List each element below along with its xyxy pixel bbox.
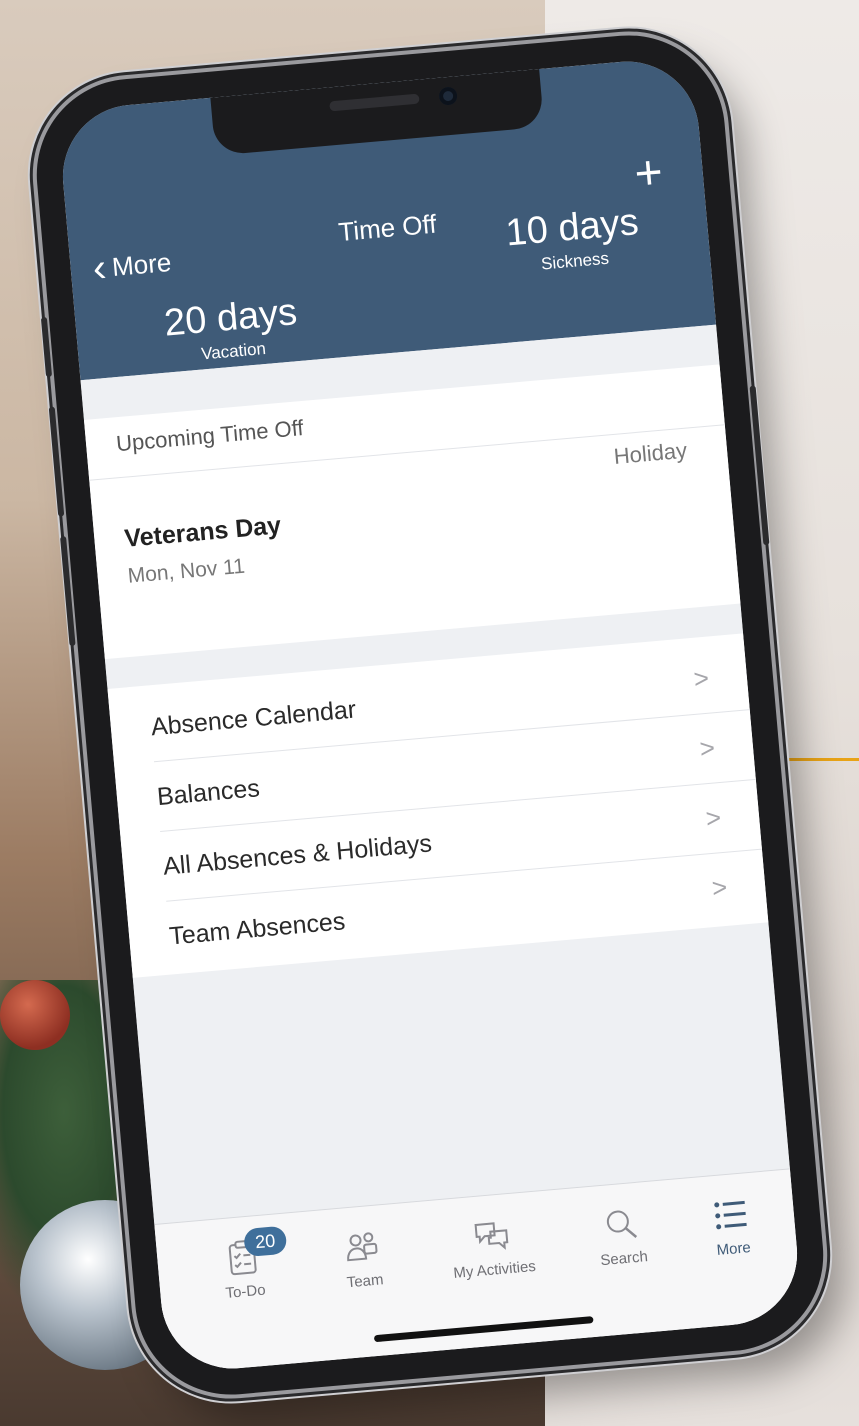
speaker — [329, 93, 420, 112]
tab-team[interactable]: Team — [306, 1222, 421, 1294]
menu-item-label: All Absences & Holidays — [161, 829, 434, 881]
tab-search[interactable]: Search — [565, 1200, 680, 1272]
upcoming-heading: Upcoming Time Off — [115, 414, 305, 457]
red-ornament — [0, 980, 70, 1050]
list-icon — [714, 1200, 747, 1230]
tab-label: Search — [599, 1248, 649, 1270]
chevron-right-icon: > — [704, 802, 723, 834]
team-icon — [347, 1232, 378, 1262]
phone-screen: ‹ More Time Off + 20 days Vacation 10 da… — [56, 55, 804, 1375]
accent-line — [785, 758, 859, 761]
todo-count-badge: 20 — [243, 1225, 288, 1258]
event-name[interactable]: Veterans Day — [123, 511, 282, 554]
search-icon — [606, 1210, 638, 1238]
tab-label: To-Do — [224, 1281, 267, 1302]
upcoming-section: Upcoming Time Off Holiday Veterans Day M… — [83, 364, 741, 660]
front-camera — [438, 86, 458, 106]
add-icon[interactable]: + — [632, 146, 665, 201]
tab-label: My Activities — [452, 1257, 537, 1283]
event-type: Holiday — [612, 437, 688, 469]
tab-label: More — [715, 1239, 752, 1260]
menu-item-label: Absence Calendar — [149, 695, 358, 742]
tab-my-activities[interactable]: My Activities — [425, 1210, 560, 1284]
phone-device: ‹ More Time Off + 20 days Vacation 10 da… — [28, 27, 832, 1403]
vacation-balance: 20 days Vacation — [154, 290, 309, 368]
menu-item-label: Team Absences — [168, 907, 347, 951]
menu-section: Absence Calendar > Balances > All Absenc… — [107, 633, 769, 978]
chevron-right-icon: > — [710, 871, 729, 904]
chevron-right-icon: > — [698, 732, 717, 764]
tab-label: Team — [346, 1271, 385, 1292]
tab-more[interactable]: More — [674, 1190, 789, 1262]
home-indicator — [373, 1316, 594, 1343]
tab-todo[interactable]: 20 To-Do — [186, 1225, 301, 1305]
event-date: Mon, Nov 11 — [126, 554, 246, 588]
chat-bubbles-icon — [474, 1222, 509, 1250]
sickness-balance: 10 days Sickness — [496, 200, 651, 278]
chevron-right-icon: > — [692, 662, 711, 694]
menu-item-label: Balances — [155, 774, 261, 812]
